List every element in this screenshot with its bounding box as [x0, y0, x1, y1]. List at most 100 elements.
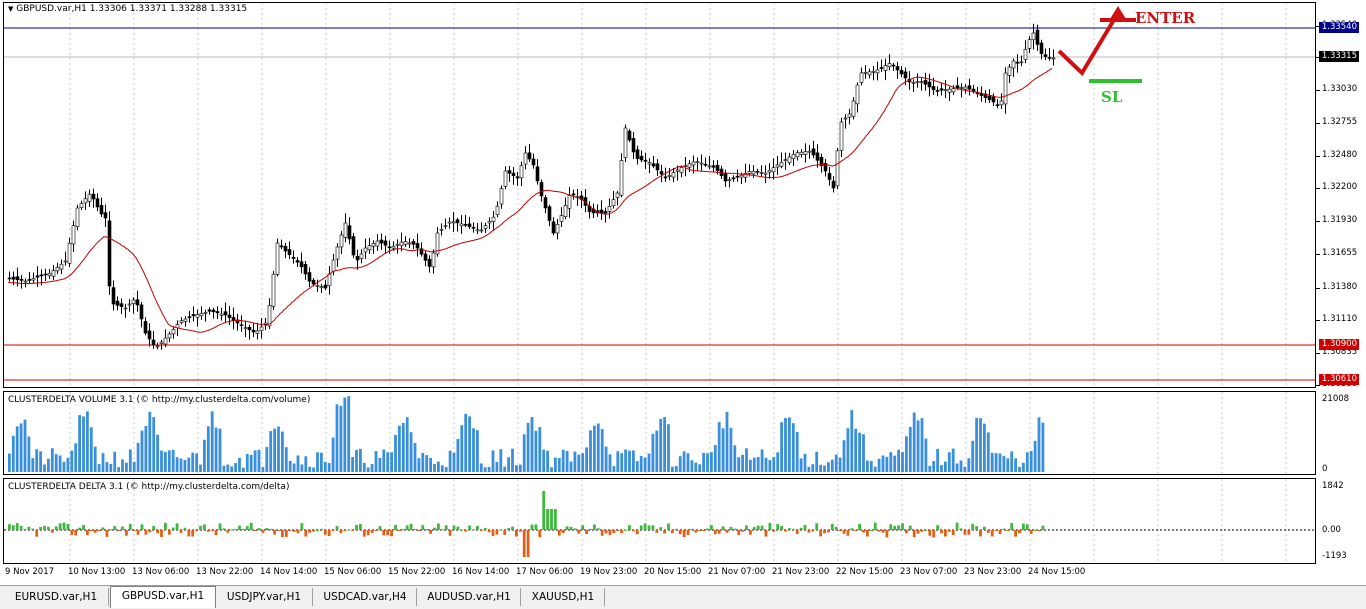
delta-bar-negative [503, 530, 507, 535]
volume-bar [86, 411, 89, 472]
volume-bar [901, 452, 904, 472]
volume-bar [788, 417, 791, 472]
delta-bar-negative [304, 530, 308, 537]
candle-body [887, 63, 892, 68]
candle-body [355, 256, 360, 261]
volume-bar [242, 467, 245, 472]
tab-gbpusd-var-h1[interactable]: GBPUSD.var,H1 [110, 586, 216, 608]
candle-body [691, 161, 696, 166]
candle-body [103, 212, 108, 219]
tab-xauusd-h1[interactable]: XAUUSD,H1 [522, 588, 605, 606]
volume-bar [35, 449, 39, 472]
delta-bar-negative [772, 530, 776, 532]
volume-bar [678, 456, 682, 472]
tab-eurusd-var-h1[interactable]: EURUSD.var,H1 [4, 588, 109, 606]
candle-body [559, 215, 564, 222]
delta-bar-positive [171, 527, 175, 530]
price-tag-top-line: 1.33540 [1319, 22, 1359, 33]
volume-bar [476, 430, 479, 472]
delta-bar-positive [542, 491, 546, 530]
delta-bar-positive [203, 524, 206, 530]
delta-bar-positive [320, 528, 323, 530]
candle-body [75, 207, 80, 227]
volume-bar [940, 465, 943, 472]
volume-bar [944, 461, 947, 472]
delta-bar-negative [905, 530, 908, 534]
delta-bar-negative [518, 530, 522, 532]
delta-bar-positive [234, 529, 237, 531]
candle-body [835, 150, 840, 187]
volume-bar [230, 466, 234, 472]
candle-body [627, 130, 632, 141]
delta-bar-negative [807, 530, 811, 533]
volume-bar [1037, 417, 1041, 472]
volume-bar [281, 431, 284, 472]
candle-body [199, 313, 204, 317]
candle-body [343, 222, 348, 238]
volume-bar [936, 448, 939, 472]
delta-bar-negative [187, 530, 191, 537]
tab-usdjpy-var-h1[interactable]: USDJPY.var,H1 [216, 588, 313, 606]
candle-body [491, 216, 496, 222]
volume-bar [749, 459, 752, 472]
candle-body [599, 209, 604, 214]
volume-bar [897, 449, 900, 472]
volume-bar [183, 459, 187, 472]
triangle-down-icon[interactable]: ▼ [8, 5, 13, 13]
delta-bar-negative [70, 530, 74, 535]
delta-bar-positive [507, 527, 510, 530]
tab-audusd-var-h1[interactable]: AUDUSD.var,H1 [418, 588, 521, 606]
volume-bar [784, 417, 787, 472]
candle-body [723, 173, 728, 182]
delta-bar-positive [413, 528, 417, 530]
volume-bar [975, 417, 978, 472]
delta-indicator-pane[interactable]: CLUSTERDELTA DELTA 3.1 (© http://my.clus… [3, 478, 1316, 564]
volume-bar [167, 450, 171, 472]
candle-body [403, 241, 408, 245]
delta-bar-positive [8, 524, 11, 530]
volume-bar [538, 427, 542, 472]
volume-bar [561, 449, 565, 472]
volume-bar [97, 464, 101, 472]
candle-body [279, 245, 284, 248]
delta-bar-positive [889, 524, 893, 530]
candle-body [431, 252, 436, 268]
volume-bar [27, 436, 31, 472]
delta-bar-negative [920, 530, 924, 532]
volume-bar [628, 450, 631, 472]
candle-body [799, 151, 804, 155]
volume-indicator-pane[interactable]: CLUSTERDELTA VOLUME 3.1 (© http://my.clu… [3, 391, 1316, 475]
delta-bar-positive [140, 524, 144, 530]
delta-bar-negative [448, 530, 452, 536]
volume-bar [331, 437, 335, 472]
volume-bar [238, 457, 241, 472]
candle-body [83, 198, 88, 204]
volume-bar [288, 460, 292, 472]
candle-body [915, 81, 920, 83]
candle-body [383, 240, 388, 246]
delta-bar-negative [487, 530, 491, 533]
volume-bar [179, 458, 183, 472]
volume-bar [1018, 466, 1021, 472]
candle-body [759, 172, 764, 174]
price-chart-canvas[interactable] [4, 3, 1315, 387]
delta-bar-negative [725, 530, 729, 533]
candle-body [71, 225, 76, 245]
candle-body [263, 322, 268, 325]
price-chart-pane[interactable]: ▼ GBPUSD.var,H1 1.33306 1.33371 1.33288 … [3, 2, 1316, 388]
candle-body [659, 171, 664, 175]
tab-usdcad-var-h4[interactable]: USDCAD.var,H4 [314, 588, 417, 606]
delta-bar-negative [50, 530, 54, 533]
volume-bar [573, 451, 577, 472]
delta-bar-positive [897, 525, 900, 530]
volume-bar [690, 460, 694, 472]
volume-bar [830, 459, 834, 472]
volume-bar [721, 428, 725, 472]
volume-bar [425, 455, 429, 472]
candle-body [947, 88, 952, 93]
candle-body [483, 225, 488, 229]
candle-body [31, 278, 36, 281]
delta-bar-negative [671, 530, 674, 534]
candle-body [411, 241, 416, 245]
delta-bar-positive [433, 527, 436, 530]
